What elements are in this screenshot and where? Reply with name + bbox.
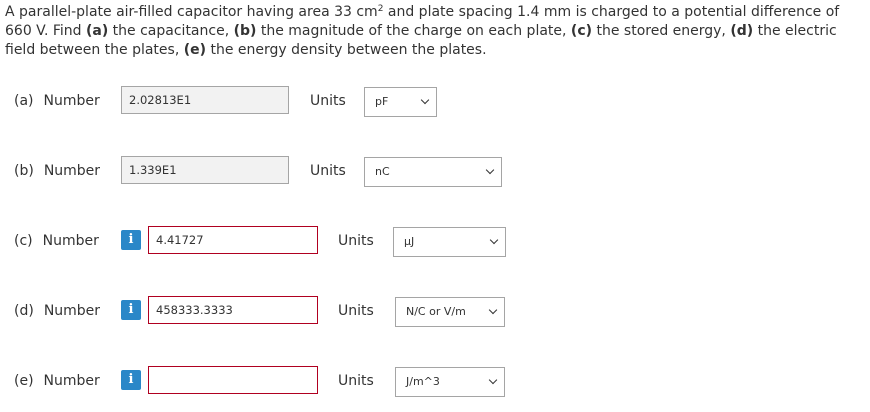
info-icon[interactable]: i [121,370,141,390]
question-text: A parallel-plate air-filled capacitor ha… [5,4,840,58]
chevron-down-icon [489,235,499,245]
units-label-d: Units [338,303,374,319]
part-label-d: (d) Number [14,303,101,319]
chevron-down-icon [485,165,495,175]
part-label-c: (c) Number [14,233,99,249]
units-select-d[interactable]: N/C or V/m [395,297,505,327]
units-value-d: N/C or V/m [406,305,466,318]
units-label-a: Units [310,93,346,109]
part-label-b: (b) Number [14,163,101,179]
part-label-a: (a) Number [14,93,100,109]
answer-input-b[interactable]: 1.339E1 [121,156,289,184]
units-label-e: Units [338,373,374,389]
units-select-e[interactable]: J/m^3 [395,367,505,397]
answer-input-d[interactable]: 458333.3333 [148,296,318,324]
units-label-c: Units [338,233,374,249]
units-value-e: J/m^3 [406,375,440,388]
answer-input-c[interactable]: 4.41727 [148,226,318,254]
info-icon[interactable]: i [121,230,141,250]
units-select-a[interactable]: pF [364,87,437,117]
units-value-c: μJ [404,235,415,248]
chevron-down-icon [488,375,498,385]
units-value-a: pF [375,95,389,108]
info-icon[interactable]: i [121,300,141,320]
answer-input-e[interactable] [148,366,318,394]
chevron-down-icon [420,95,430,105]
units-select-c[interactable]: μJ [393,227,506,257]
units-select-b[interactable]: nC [364,157,502,187]
part-label-e: (e) Number [14,373,100,389]
chevron-down-icon [488,305,498,315]
units-value-b: nC [375,165,390,178]
units-label-b: Units [310,163,346,179]
answer-input-a[interactable]: 2.02813E1 [121,86,289,114]
